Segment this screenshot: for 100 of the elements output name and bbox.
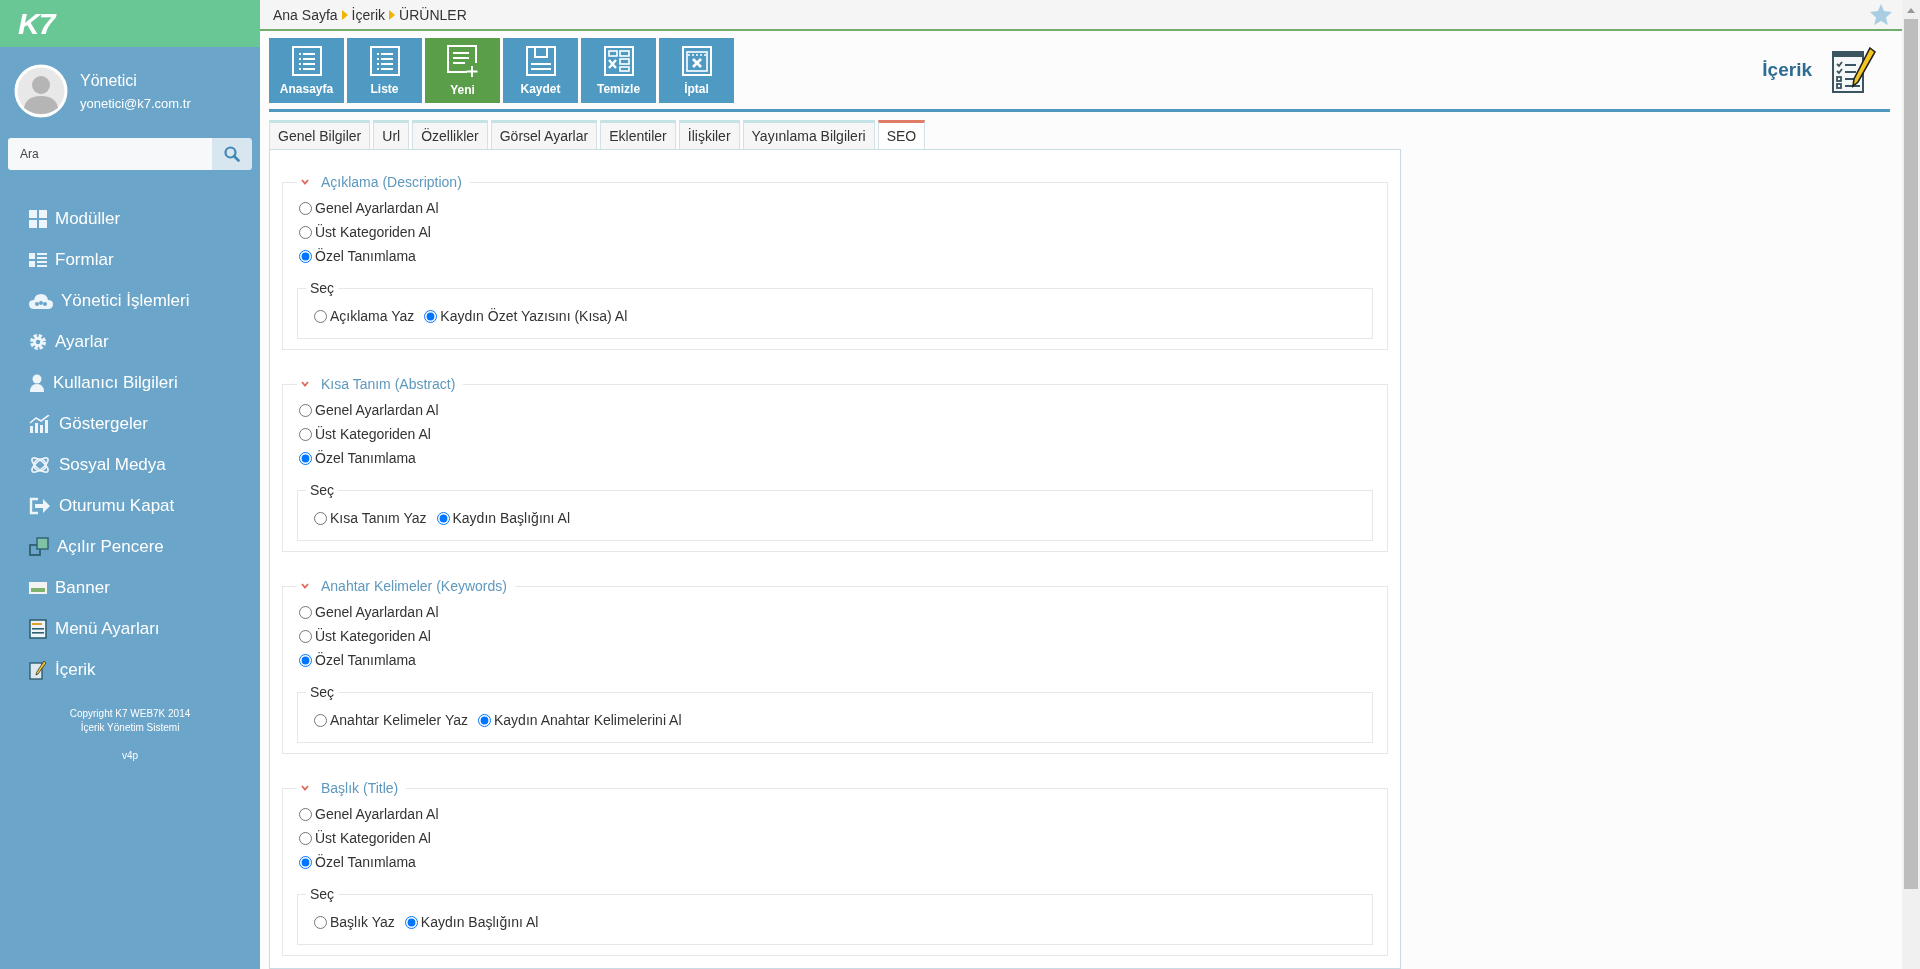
subsection-title: Seç	[309, 280, 336, 296]
chevron-down-icon[interactable]	[301, 381, 309, 387]
cloud-icon	[29, 291, 53, 310]
menu-item[interactable]: Sosyal Medya	[0, 444, 260, 485]
radio-label: Kaydın Başlığını Al	[420, 914, 539, 930]
tab[interactable]: Eklentiler	[600, 120, 676, 149]
menu-item[interactable]: Ayarlar	[0, 321, 260, 362]
subsection-title: Seç	[309, 886, 336, 902]
toolbar-button[interactable]: Yeni	[425, 38, 500, 103]
radio-button[interactable]	[436, 511, 450, 525]
radio-label: Kaydın Anahtar Kelimelerini Al	[494, 712, 682, 728]
menu-item[interactable]: Göstergeler	[0, 403, 260, 444]
pencil-icon	[29, 659, 47, 680]
radio-button[interactable]	[299, 831, 312, 845]
menu-item[interactable]: Menü Ayarları	[0, 608, 260, 649]
list-icon	[291, 45, 322, 76]
menu-item[interactable]: Oturumu Kapat	[0, 485, 260, 526]
tab[interactable]: Genel Bilgiler	[269, 120, 371, 149]
tab[interactable]: SEO	[877, 120, 926, 149]
radio-button[interactable]	[299, 629, 312, 643]
radio-button[interactable]	[404, 915, 418, 929]
toolbar-button[interactable]: Kaydet	[503, 38, 578, 103]
list-icon	[29, 251, 47, 268]
toolbar-button[interactable]: Anasayfa	[269, 38, 344, 103]
radio-button[interactable]	[314, 511, 327, 525]
breadcrumb-link[interactable]: Ana Sayfa	[273, 6, 338, 23]
breadcrumb-link[interactable]: İçerik	[351, 6, 386, 23]
section-title: Açıklama (Description)	[321, 174, 462, 190]
tab[interactable]: Yayınlama Bilgileri	[742, 120, 875, 149]
radio-button[interactable]	[299, 605, 312, 619]
radio-button[interactable]	[299, 807, 312, 821]
scrollbar-thumb[interactable]	[1904, 19, 1918, 889]
bar-chart-icon	[29, 414, 51, 433]
page-title: İçerik	[1762, 59, 1812, 81]
grid-icon	[29, 209, 47, 228]
menu-item[interactable]: İçerik	[0, 649, 260, 690]
chevron-down-icon[interactable]	[301, 179, 309, 185]
gear-icon	[29, 332, 47, 351]
radio-button[interactable]	[299, 249, 312, 263]
tab[interactable]: Özellikler	[412, 120, 488, 149]
banner-icon	[29, 581, 47, 594]
close-window-icon	[681, 45, 712, 76]
tab[interactable]: İlişkiler	[678, 120, 740, 149]
chevron-down-icon[interactable]	[301, 583, 309, 589]
toolbar-button[interactable]: Liste	[347, 38, 422, 103]
search-button[interactable]	[212, 138, 252, 170]
radio-label: Özel Tanımlama	[315, 652, 416, 668]
radio-button[interactable]	[478, 713, 491, 727]
radio-button[interactable]	[299, 427, 312, 441]
radio-label: Üst Kategoriden Al	[315, 830, 431, 846]
radio-button[interactable]	[299, 201, 312, 215]
radio-button[interactable]	[299, 403, 312, 417]
user-name: Yönetici	[80, 71, 138, 90]
scroll-up-icon[interactable]	[1907, 8, 1915, 13]
person-icon	[29, 373, 45, 392]
radio-button[interactable]	[314, 713, 327, 727]
radio-button[interactable]	[299, 855, 312, 869]
chevron-down-icon[interactable]	[301, 785, 309, 791]
scrollbar[interactable]	[1902, 0, 1920, 969]
toolbar-button[interactable]: İptal	[659, 38, 734, 103]
radio-label: Anahtar Kelimeler Yaz	[330, 712, 468, 728]
tab[interactable]: Görsel Ayarlar	[490, 120, 598, 149]
radio-label: Üst Kategoriden Al	[315, 426, 431, 442]
menu-item[interactable]: Banner	[0, 567, 260, 608]
tab[interactable]: Url	[373, 120, 410, 149]
menu-item[interactable]: Modüller	[0, 198, 260, 239]
radio-label: Genel Ayarlardan Al	[315, 200, 439, 216]
subsection-title: Seç	[309, 482, 336, 498]
radio-label: Kaydın Özet Yazısını (Kısa) Al	[440, 308, 628, 324]
radio-label: Özel Tanımlama	[315, 854, 416, 870]
radio-label: Özel Tanımlama	[315, 248, 416, 264]
logo: K7	[18, 6, 55, 41]
star-icon[interactable]	[1870, 4, 1892, 25]
section-title: Anahtar Kelimeler (Keywords)	[321, 578, 507, 594]
radio-button[interactable]	[299, 451, 312, 465]
copyright-text: Copyright K7 WEB7K 2014	[69, 708, 191, 719]
section-title: Başlık (Title)	[321, 780, 399, 796]
search-field[interactable]: Ara	[8, 138, 212, 170]
breadcrumb-link[interactable]: ÜRÜNLER	[399, 6, 467, 23]
menu-item[interactable]: Yönetici İşlemleri	[0, 280, 260, 321]
search-icon	[224, 146, 240, 162]
radio-button[interactable]	[299, 653, 312, 667]
toolbar-button[interactable]: Temizle	[581, 38, 656, 103]
caret-icon	[341, 9, 348, 20]
checklist-pencil-icon	[1832, 46, 1876, 94]
radio-button[interactable]	[314, 309, 327, 323]
menu-item[interactable]: Formlar	[0, 239, 260, 280]
radio-label: Açıklama Yaz	[330, 308, 415, 324]
menu-item[interactable]: Açılır Pencere	[0, 526, 260, 567]
section-title: Kısa Tanım (Abstract)	[321, 376, 456, 392]
add-list-icon	[446, 44, 479, 77]
radio-button[interactable]	[299, 225, 312, 239]
radio-label: Genel Ayarlardan Al	[315, 402, 439, 418]
avatar-icon	[14, 64, 68, 118]
version-text: v4p	[121, 750, 139, 761]
menu-item[interactable]: Kullanıcı Bilgileri	[0, 362, 260, 403]
caret-icon	[389, 9, 396, 20]
radio-button[interactable]	[314, 915, 327, 929]
list-icon	[369, 45, 400, 76]
radio-button[interactable]	[424, 309, 438, 323]
